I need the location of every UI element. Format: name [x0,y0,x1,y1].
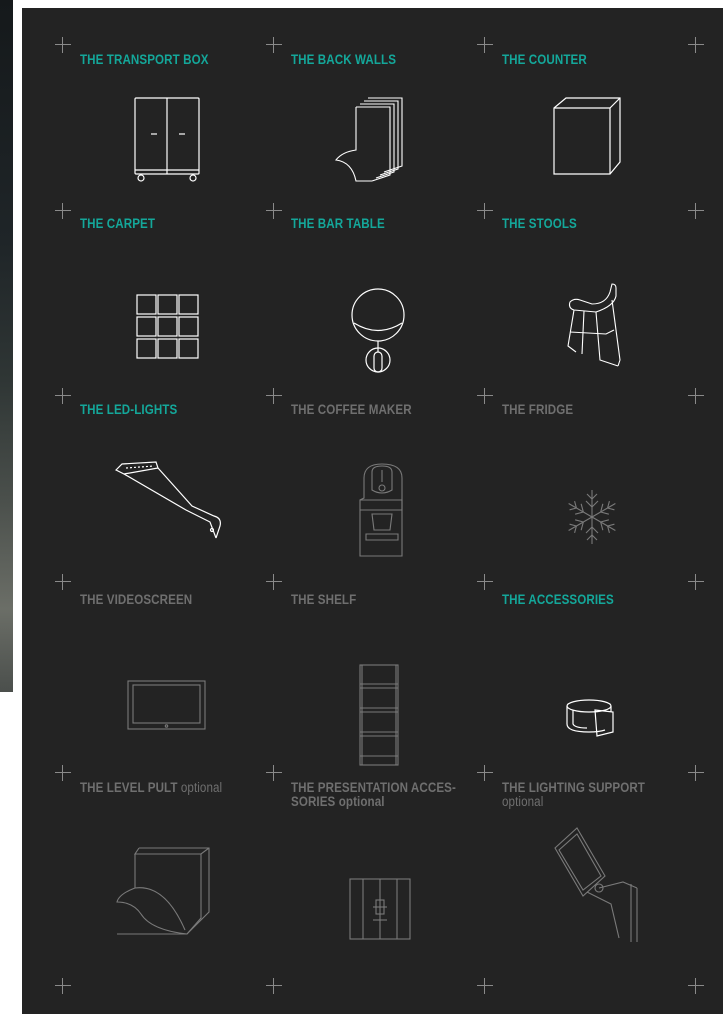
item-title-led-lights: THE LED-LIGHTS [80,402,178,417]
crosshair-icon [688,37,704,53]
item-title-transport-box: THE TRANSPORT BOX [80,52,209,67]
crosshair-icon [688,388,704,404]
crosshair-icon [266,765,282,781]
bar-table-icon [350,288,406,374]
crosshair-icon [55,203,71,219]
item-title-videoscreen: THE VIDEOSCREEN [80,592,193,607]
presentation-accessories-icon [349,878,411,940]
item-title-stools: THE STOOLS [502,216,577,231]
item-title-back-walls: THE BACK WALLS [291,52,397,67]
crosshair-icon [688,203,704,219]
item-title-text-cont: SORIES [291,794,336,809]
item-title-coffee-maker: THE COFFEE MAKER [291,402,412,417]
snowflake-icon [563,488,621,546]
optional-tag: optional [338,794,385,809]
accessories-icon [565,698,617,738]
background-photo-strip [0,0,13,692]
optional-tag: optional [180,780,223,795]
crosshair-icon [477,37,493,53]
item-title-text: THE LEVEL PULT [80,780,178,795]
crosshair-icon [477,203,493,219]
crosshair-icon [55,574,71,590]
crosshair-icon [55,978,71,994]
counter-icon [552,96,624,178]
crosshair-icon [477,388,493,404]
stools-icon [566,282,622,367]
crosshair-icon [266,574,282,590]
transport-box-icon [133,96,203,184]
item-title-presentation-accessories: THE PRESENTATION ACCES- SORIES optional [291,781,456,809]
crosshair-icon [266,203,282,219]
back-walls-icon [334,96,414,186]
coffee-maker-icon [358,462,408,558]
item-title-accessories: THE ACCESSORIES [502,592,614,607]
item-title-counter: THE COUNTER [502,52,587,67]
item-title-text: THE PRESENTATION ACCES- [291,780,456,795]
crosshair-icon [266,37,282,53]
item-title-text: THE LIGHTING SUPPORT [502,780,645,795]
item-title-level-pult: THE LEVEL PULT optional [80,781,222,795]
carpet-icon [136,294,200,360]
shelf-icon [359,664,401,768]
optional-tag: optional [502,794,544,809]
lighting-support-icon [551,826,647,942]
videoscreen-icon [127,680,207,732]
crosshair-icon [477,978,493,994]
item-title-bar-table: THE BAR TABLE [291,216,385,231]
crosshair-icon [55,765,71,781]
crosshair-icon [266,978,282,994]
led-lights-icon [114,460,224,540]
item-title-shelf: THE SHELF [291,592,357,607]
crosshair-icon [266,388,282,404]
equipment-panel: THE TRANSPORT BOX THE BACK WALLS THE COU… [22,8,723,1014]
item-title-carpet: THE CARPET [80,216,156,231]
item-title-lighting-support: THE LIGHTING SUPPORT optional [502,781,645,809]
crosshair-icon [688,978,704,994]
crosshair-icon [477,574,493,590]
item-title-fridge: THE FRIDGE [502,402,574,417]
level-pult-icon [115,844,215,936]
crosshair-icon [688,765,704,781]
crosshair-icon [477,765,493,781]
crosshair-icon [55,388,71,404]
crosshair-icon [55,37,71,53]
crosshair-icon [688,574,704,590]
